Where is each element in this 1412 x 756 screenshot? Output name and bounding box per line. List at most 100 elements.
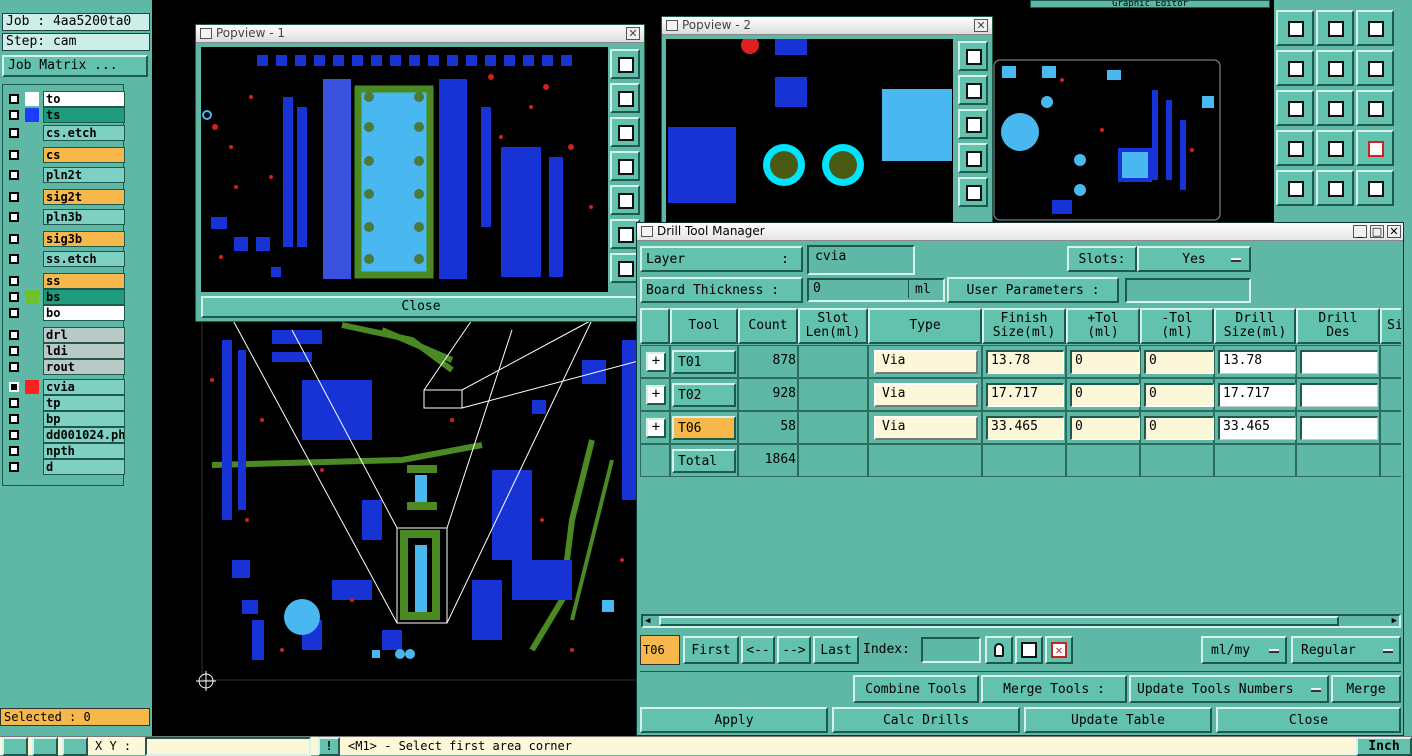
slots-select[interactable]: Yes [1137,246,1251,272]
close-icon[interactable]: ✕ [974,19,988,32]
layer-row[interactable]: pln3b [7,209,125,225]
layer-checkbox[interactable] [9,462,19,472]
scroll-right-icon[interactable]: ▶ [1392,617,1397,626]
window-menu-icon[interactable] [641,226,653,237]
layer-checkbox[interactable] [9,398,19,408]
move-left-icon[interactable] [1276,50,1314,86]
layer-row[interactable]: bo [7,305,125,321]
layer-name[interactable]: bo [43,305,125,321]
layer-name[interactable]: bp [43,411,125,427]
type-select[interactable]: Via [874,416,978,440]
layer-checkbox[interactable] [9,330,19,340]
plus-tol-input[interactable]: 0 [1070,383,1140,407]
layer-row[interactable]: ldi [7,343,125,359]
index-field[interactable] [921,637,981,663]
layer-row[interactable]: sig2t [7,189,125,205]
undo-icon[interactable] [1356,50,1394,86]
layer-row[interactable]: drl [7,327,125,343]
popview-1-close-button[interactable]: Close [201,296,641,318]
drill-map-icon[interactable] [1356,130,1394,166]
layer-name[interactable]: pln2t [43,167,125,183]
layer-name[interactable]: ss [43,273,125,289]
layer-checkbox[interactable] [9,276,19,286]
layer-name[interactable]: sig2t [43,189,125,205]
minus-tol-input[interactable]: 0 [1144,350,1214,374]
user-parameters-field[interactable] [1125,278,1251,303]
drill-des-input[interactable] [1300,350,1378,374]
layer-row[interactable]: ss [7,273,125,289]
layer-checkbox[interactable] [9,234,19,244]
pan-down-icon[interactable] [958,109,988,139]
pan-left-icon[interactable] [610,151,640,181]
user-parameters-button[interactable]: User Parameters : [947,277,1119,303]
finish-size-input[interactable]: 17.717 [986,383,1064,407]
drill-size-input[interactable]: 33.465 [1218,416,1296,440]
layer-checkbox[interactable] [9,446,19,456]
layer-checkbox[interactable] [9,94,19,104]
layer-checkbox[interactable] [9,192,19,202]
layer-name[interactable]: cs.etch [43,125,125,141]
layer-name[interactable]: ss.etch [43,251,125,267]
job-matrix-button[interactable]: Job Matrix ... [2,55,148,77]
board-thickness-field[interactable]: 0 [809,280,909,298]
expand-row-icon[interactable]: + [646,385,666,405]
drill-tool-manager-titlebar[interactable]: Drill Tool Manager _ □ ✕ [637,223,1403,241]
layer-row[interactable]: ss.etch [7,251,125,267]
select-tool-icon[interactable] [1015,636,1043,664]
layer-checkbox[interactable] [9,150,19,160]
layer-checkbox[interactable] [9,212,19,222]
type-select[interactable]: Via [874,350,978,374]
maximize-icon[interactable]: □ [1370,225,1384,238]
close-button[interactable]: Close [1216,707,1401,733]
layer-row[interactable]: dd001024.pho [7,427,125,443]
close-icon[interactable]: ✕ [1387,225,1401,238]
layer-name[interactable]: npth [43,443,125,459]
window-menu-icon[interactable] [200,28,212,39]
layer-row[interactable]: sig3b [7,231,125,247]
copy-icon[interactable] [1276,10,1314,46]
layer-name[interactable]: cs [43,147,125,163]
layer-row[interactable]: cvia [7,379,125,395]
calc-drills-button[interactable]: Calc Drills [832,707,1020,733]
drill-des-input[interactable] [1300,416,1378,440]
window-menu-icon[interactable] [666,20,678,31]
popview-1-canvas[interactable] [201,47,608,292]
layer-row[interactable]: rout [7,359,125,375]
merge-button[interactable]: Merge [1331,675,1401,703]
minus-tol-input[interactable]: 0 [1144,383,1214,407]
finish-size-input[interactable]: 13.78 [986,350,1064,374]
layer-row[interactable]: npth [7,443,125,459]
zoom-fit-icon[interactable] [1276,90,1314,126]
layer-row[interactable]: cs [7,147,125,163]
drill-size-input[interactable]: 17.717 [1218,383,1296,407]
minus-tol-input[interactable]: 0 [1144,416,1214,440]
layer-name[interactable]: drl [43,327,125,343]
layer-name[interactable]: ts [43,107,125,123]
drill-des-input[interactable] [1300,383,1378,407]
xy-field[interactable] [145,737,311,756]
finish-size-input[interactable]: 33.465 [986,416,1064,440]
plus-tol-input[interactable]: 0 [1070,416,1140,440]
units-select[interactable]: ml/my [1201,636,1287,664]
layer-checkbox[interactable] [9,292,19,302]
layer-row[interactable]: ts [7,107,125,123]
layer-row[interactable]: to [7,91,125,107]
layer-row[interactable]: d [7,459,125,475]
pan-right-icon[interactable] [958,177,988,207]
pan-left-icon[interactable] [958,143,988,173]
tool-icon[interactable] [1276,130,1314,166]
layer-checkbox[interactable] [9,110,19,120]
pan-right-icon[interactable] [610,185,640,215]
layer-checkbox[interactable] [9,128,19,138]
tool-button[interactable]: T06 [672,416,736,440]
expand-row-icon[interactable]: + [646,418,666,438]
bulb-icon[interactable] [985,636,1013,664]
layer-field[interactable]: cvia [811,249,911,271]
layer-name[interactable]: dd001024.pho [43,427,125,443]
mode-select[interactable]: Regular [1291,636,1401,664]
grid-icon[interactable] [62,737,88,756]
popview-2-canvas[interactable] [666,39,953,227]
measure-icon[interactable] [32,737,58,756]
scrollbar-thumb[interactable] [659,616,1339,626]
layer-name[interactable]: to [43,91,125,107]
